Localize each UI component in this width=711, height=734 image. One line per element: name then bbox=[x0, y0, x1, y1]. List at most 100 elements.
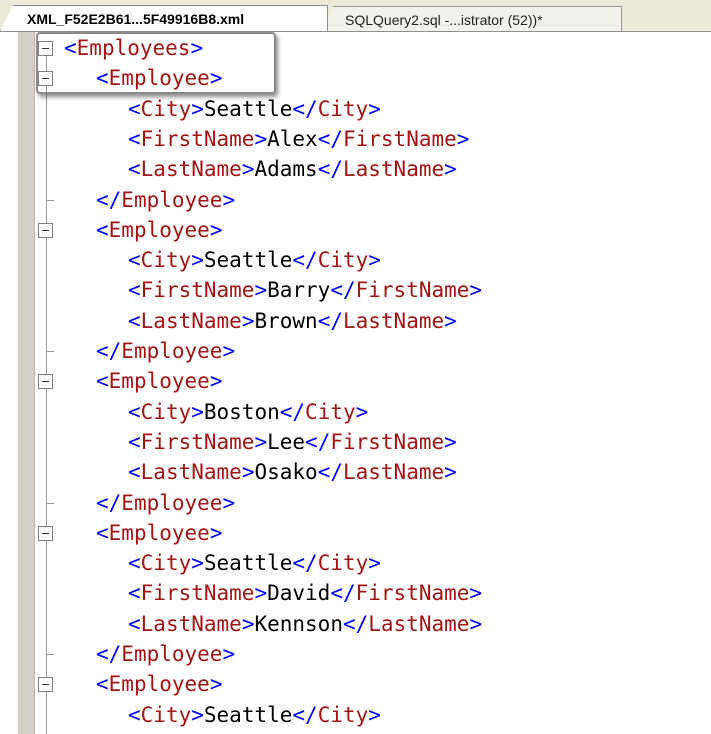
close-bracket: > bbox=[368, 248, 381, 273]
open-tag-name: FirstName bbox=[140, 278, 255, 303]
open-bracket: < bbox=[128, 702, 141, 727]
code-line[interactable]: <Employees> bbox=[0, 33, 711, 63]
code-line[interactable]: <Employee> bbox=[0, 669, 711, 699]
close-bracket: > bbox=[444, 460, 457, 485]
code-line[interactable]: <Employee> bbox=[0, 63, 711, 93]
xml-element: <LastName>Adams</LastName> bbox=[128, 154, 457, 184]
open-bracket: </ bbox=[96, 490, 122, 515]
code-line[interactable]: <LastName>Adams</LastName> bbox=[0, 154, 711, 184]
open-bracket: </ bbox=[292, 551, 318, 576]
code-line[interactable]: <City>Seattle</City> bbox=[0, 700, 711, 730]
open-bracket: </ bbox=[292, 248, 318, 273]
open-bracket: < bbox=[96, 520, 109, 545]
fold-end-tick bbox=[46, 502, 54, 504]
code-line[interactable]: </Employee> bbox=[0, 185, 711, 215]
open-tag-name: City bbox=[140, 702, 192, 727]
code-line[interactable]: <LastName>Brown</LastName> bbox=[0, 306, 711, 336]
element-value: Seattle bbox=[203, 96, 293, 121]
open-bracket: </ bbox=[96, 339, 122, 363]
code-line[interactable]: <FirstName>Alex</FirstName> bbox=[0, 124, 711, 154]
close-bracket: > bbox=[444, 157, 457, 182]
code-line[interactable]: <Employee> bbox=[0, 215, 711, 245]
open-bracket: < bbox=[128, 551, 141, 576]
collapse-toggle-icon[interactable] bbox=[38, 222, 53, 238]
close-bracket: > bbox=[254, 126, 268, 151]
open-tag-name: Employees bbox=[76, 36, 191, 60]
collapse-toggle-icon[interactable] bbox=[38, 71, 53, 87]
open-bracket: < bbox=[128, 96, 141, 121]
close-bracket: > bbox=[241, 460, 255, 485]
tab-xml-document[interactable]: XML_F52E2B61...5F49916B8.xml bbox=[0, 5, 328, 31]
open-tag-name: Employee bbox=[108, 217, 210, 242]
code-line[interactable]: <FirstName>Barry</FirstName> bbox=[0, 275, 711, 305]
code-line[interactable]: <FirstName>David</FirstName> bbox=[0, 578, 711, 608]
open-tag-name: LastName bbox=[140, 157, 242, 182]
element-value: Seattle bbox=[203, 248, 293, 273]
xml-element: <LastName>Kennson</LastName> bbox=[128, 609, 482, 639]
open-bracket: < bbox=[96, 66, 109, 91]
close-bracket: > bbox=[469, 278, 483, 303]
code-line[interactable]: <City>Seattle</City> bbox=[0, 548, 711, 578]
xml-element: <FirstName>Alex</FirstName> bbox=[128, 124, 469, 154]
close-tag-name: LastName bbox=[368, 611, 470, 636]
xml-element: <Employees> bbox=[64, 33, 203, 63]
close-tag-name: City bbox=[317, 248, 369, 273]
tab-sqlquery2[interactable]: SQLQuery2.sql -...istrator (52))* bbox=[324, 6, 622, 31]
open-tag-name: City bbox=[140, 96, 192, 121]
code-line[interactable]: <Employee> bbox=[0, 366, 711, 396]
code-line[interactable]: <City>Seattle</City> bbox=[0, 245, 711, 275]
close-bracket: > bbox=[191, 702, 204, 727]
close-bracket: > bbox=[191, 551, 204, 576]
collapse-toggle-icon[interactable] bbox=[38, 677, 53, 693]
close-tag-name: Employee bbox=[121, 187, 223, 212]
close-bracket: > bbox=[222, 187, 236, 212]
open-tag-name: City bbox=[140, 399, 192, 424]
collapse-toggle-icon[interactable] bbox=[38, 374, 53, 390]
xml-element: <LastName>Brown</LastName> bbox=[128, 306, 457, 336]
fold-end-tick bbox=[46, 199, 54, 201]
open-bracket: </ bbox=[317, 460, 343, 485]
xml-element: <Employee> bbox=[96, 366, 222, 396]
code-line[interactable]: <City>Seattle</City> bbox=[0, 94, 711, 124]
close-tag-name: LastName bbox=[342, 460, 445, 485]
element-value: Brown bbox=[254, 308, 318, 333]
xml-element: <City>Seattle</City> bbox=[128, 245, 381, 275]
xml-element: <City>Boston</City> bbox=[128, 397, 368, 427]
open-bracket: < bbox=[96, 672, 109, 697]
xml-element: </Employee> bbox=[96, 639, 235, 669]
close-bracket: > bbox=[191, 248, 204, 273]
code-line[interactable]: </Employee> bbox=[0, 488, 711, 518]
close-bracket: > bbox=[254, 429, 268, 454]
code-line[interactable]: </Employee> bbox=[0, 639, 711, 669]
xml-editor[interactable]: <Employees> <Employee> <City>Seattle</City… bbox=[0, 32, 711, 734]
open-tag-name: Employee bbox=[108, 672, 210, 697]
open-tag-name: LastName bbox=[140, 460, 242, 485]
xml-element: </Employee> bbox=[96, 185, 235, 215]
open-tag-name: LastName bbox=[140, 308, 242, 333]
close-bracket: > bbox=[222, 642, 236, 666]
collapse-toggle-icon[interactable] bbox=[38, 41, 53, 56]
element-value: Alex bbox=[267, 126, 318, 151]
code-line[interactable]: <LastName>Osako</LastName> bbox=[0, 457, 711, 487]
close-bracket: > bbox=[241, 157, 255, 182]
close-bracket: > bbox=[368, 96, 381, 121]
close-bracket: > bbox=[209, 66, 223, 91]
close-bracket: > bbox=[368, 702, 381, 727]
open-tag-name: Employee bbox=[108, 66, 210, 91]
close-bracket: > bbox=[444, 429, 457, 454]
code-line[interactable]: <City>Boston</City> bbox=[0, 397, 711, 427]
close-tag-name: City bbox=[305, 399, 356, 424]
code-line[interactable]: <Employee> bbox=[0, 518, 711, 548]
close-tag-name: Employee bbox=[121, 490, 223, 515]
xml-element: <Employee> bbox=[96, 63, 222, 93]
open-bracket: </ bbox=[279, 399, 306, 424]
xml-element: <Employee> bbox=[96, 669, 222, 699]
close-tag-name: Employee bbox=[121, 339, 223, 363]
code-line[interactable]: </Employee> bbox=[0, 336, 711, 366]
code-line[interactable]: <LastName>Kennson</LastName> bbox=[0, 609, 711, 639]
collapse-toggle-icon[interactable] bbox=[38, 525, 53, 541]
open-bracket: < bbox=[128, 581, 141, 606]
close-bracket: > bbox=[209, 217, 223, 242]
element-value: Boston bbox=[203, 399, 280, 424]
code-line[interactable]: <FirstName>Lee</FirstName> bbox=[0, 427, 711, 457]
